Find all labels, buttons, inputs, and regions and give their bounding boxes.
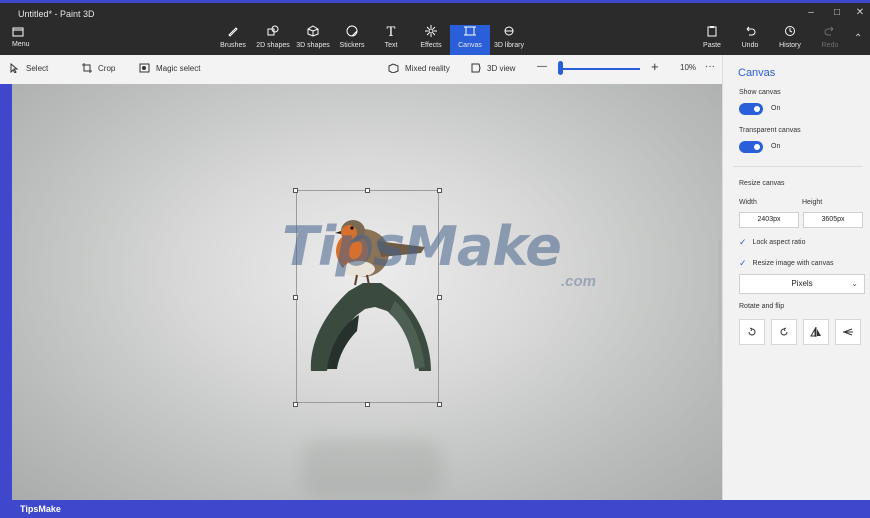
unit-value: Pixels xyxy=(791,279,813,288)
rotate-left-icon xyxy=(748,327,756,336)
magic-select-label: Magic select xyxy=(156,63,201,73)
resize-handle-tl[interactable] xyxy=(293,188,298,193)
chevron-down-icon: ⌄ xyxy=(851,279,858,288)
3d-view-label: 3D view xyxy=(487,63,516,73)
close-button[interactable]: ✕ xyxy=(845,7,870,18)
transparent-canvas-toggle[interactable] xyxy=(739,141,763,153)
select-label: Select xyxy=(26,63,49,73)
resize-image-checkbox[interactable]: ✓ Resize image with canvas xyxy=(739,258,833,269)
sub-toolbar: Select Crop Magic select Mixed reality 3… xyxy=(0,55,722,85)
select-icon xyxy=(10,63,19,73)
tool-label: 3D library xyxy=(494,42,524,49)
tool-redo[interactable]: Redo xyxy=(805,25,855,55)
rotate-right-button[interactable] xyxy=(771,319,797,345)
panel-title: Canvas xyxy=(738,67,776,79)
width-input[interactable]: 2403px xyxy=(739,212,799,228)
watermark-logo: TipsMake xyxy=(282,215,562,278)
panel-divider xyxy=(733,166,863,167)
zoom-in-button[interactable]: + xyxy=(651,59,659,74)
more-options-button[interactable]: ··· xyxy=(705,61,715,72)
mixed-reality-icon xyxy=(388,63,399,73)
collapse-chevron-icon[interactable]: ⌃ xyxy=(854,33,862,44)
show-canvas-state: On xyxy=(771,105,781,112)
menu-button[interactable]: Menu xyxy=(12,25,52,55)
brand-label: TipsMake xyxy=(20,504,61,514)
resize-handle-t[interactable] xyxy=(365,188,370,193)
flip-vertical-button[interactable] xyxy=(835,319,861,345)
crop-label: Crop xyxy=(98,63,116,73)
tool-3d-library[interactable]: 3D library xyxy=(484,25,534,55)
height-input[interactable]: 3605px xyxy=(803,212,863,228)
zoom-out-button[interactable]: — xyxy=(537,61,547,72)
rotate-flip-label: Rotate and flip xyxy=(739,303,785,310)
rotate-left-button[interactable] xyxy=(739,319,765,345)
zoom-value: 10% xyxy=(680,63,697,72)
lock-aspect-label: Lock aspect ratio xyxy=(752,239,806,246)
crop-icon xyxy=(82,63,92,73)
rotate-right-icon xyxy=(780,327,788,336)
resize-canvas-label: Resize canvas xyxy=(739,180,785,187)
3d-view-button[interactable]: 3D view xyxy=(471,63,515,73)
resize-handle-r[interactable] xyxy=(437,295,442,300)
unit-dropdown[interactable]: Pixels ⌄ xyxy=(739,274,865,294)
window-left-border xyxy=(0,84,12,518)
tool-effects[interactable]: Effects xyxy=(406,25,456,55)
flip-horizontal-button[interactable] xyxy=(803,319,829,345)
lock-aspect-checkbox[interactable]: ✓ Lock aspect ratio xyxy=(739,237,805,248)
resize-handle-tr[interactable] xyxy=(437,188,442,193)
flip-vertical-icon xyxy=(842,328,853,336)
vertical-scrollbar[interactable] xyxy=(718,240,721,400)
magic-select-button[interactable]: Magic select xyxy=(139,63,200,73)
tool-label: Effects xyxy=(420,42,442,49)
resize-image-label: Resize image with canvas xyxy=(752,260,834,267)
width-label: Width xyxy=(739,199,757,206)
crop-button[interactable]: Crop xyxy=(82,63,115,73)
mixed-reality-button[interactable]: Mixed reality xyxy=(388,63,450,73)
reflection-shadow xyxy=(302,439,442,499)
resize-handle-l[interactable] xyxy=(293,295,298,300)
tool-label: Redo xyxy=(821,42,839,49)
watermark-suffix: .com xyxy=(561,273,597,290)
menu-label: Menu xyxy=(12,41,30,48)
effects-icon xyxy=(406,25,456,41)
3d-view-icon xyxy=(471,63,481,73)
show-canvas-label: Show canvas xyxy=(739,89,781,96)
checkmark-icon: ✓ xyxy=(739,237,747,247)
transparent-canvas-state: On xyxy=(771,143,781,150)
select-button[interactable]: Select xyxy=(10,63,48,73)
menu-icon xyxy=(12,25,52,41)
resize-handle-bl[interactable] xyxy=(293,402,298,407)
canvas-side-panel: Canvas Show canvas On Transparent canvas… xyxy=(722,55,870,500)
status-bar: TipsMake xyxy=(12,500,870,518)
3d-library-icon xyxy=(484,25,534,41)
transparent-canvas-label: Transparent canvas xyxy=(739,127,801,134)
mixed-reality-label: Mixed reality xyxy=(405,63,450,73)
canvas-workspace[interactable]: TipsMake .com xyxy=(12,84,722,500)
title-bar: Untitled* - Paint 3D – □ ✕ Menu Brushes … xyxy=(0,3,870,55)
window-title: Untitled* - Paint 3D xyxy=(18,9,95,19)
flip-horizontal-icon xyxy=(810,327,821,337)
resize-handle-b[interactable] xyxy=(365,402,370,407)
zoom-slider-track[interactable] xyxy=(563,68,640,70)
show-canvas-toggle[interactable] xyxy=(739,103,763,115)
resize-handle-br[interactable] xyxy=(437,402,442,407)
height-label: Height xyxy=(802,199,823,206)
zoom-slider-thumb[interactable] xyxy=(558,61,563,75)
checkmark-icon: ✓ xyxy=(739,258,747,268)
redo-icon xyxy=(805,25,855,41)
magic-select-icon xyxy=(139,63,150,73)
